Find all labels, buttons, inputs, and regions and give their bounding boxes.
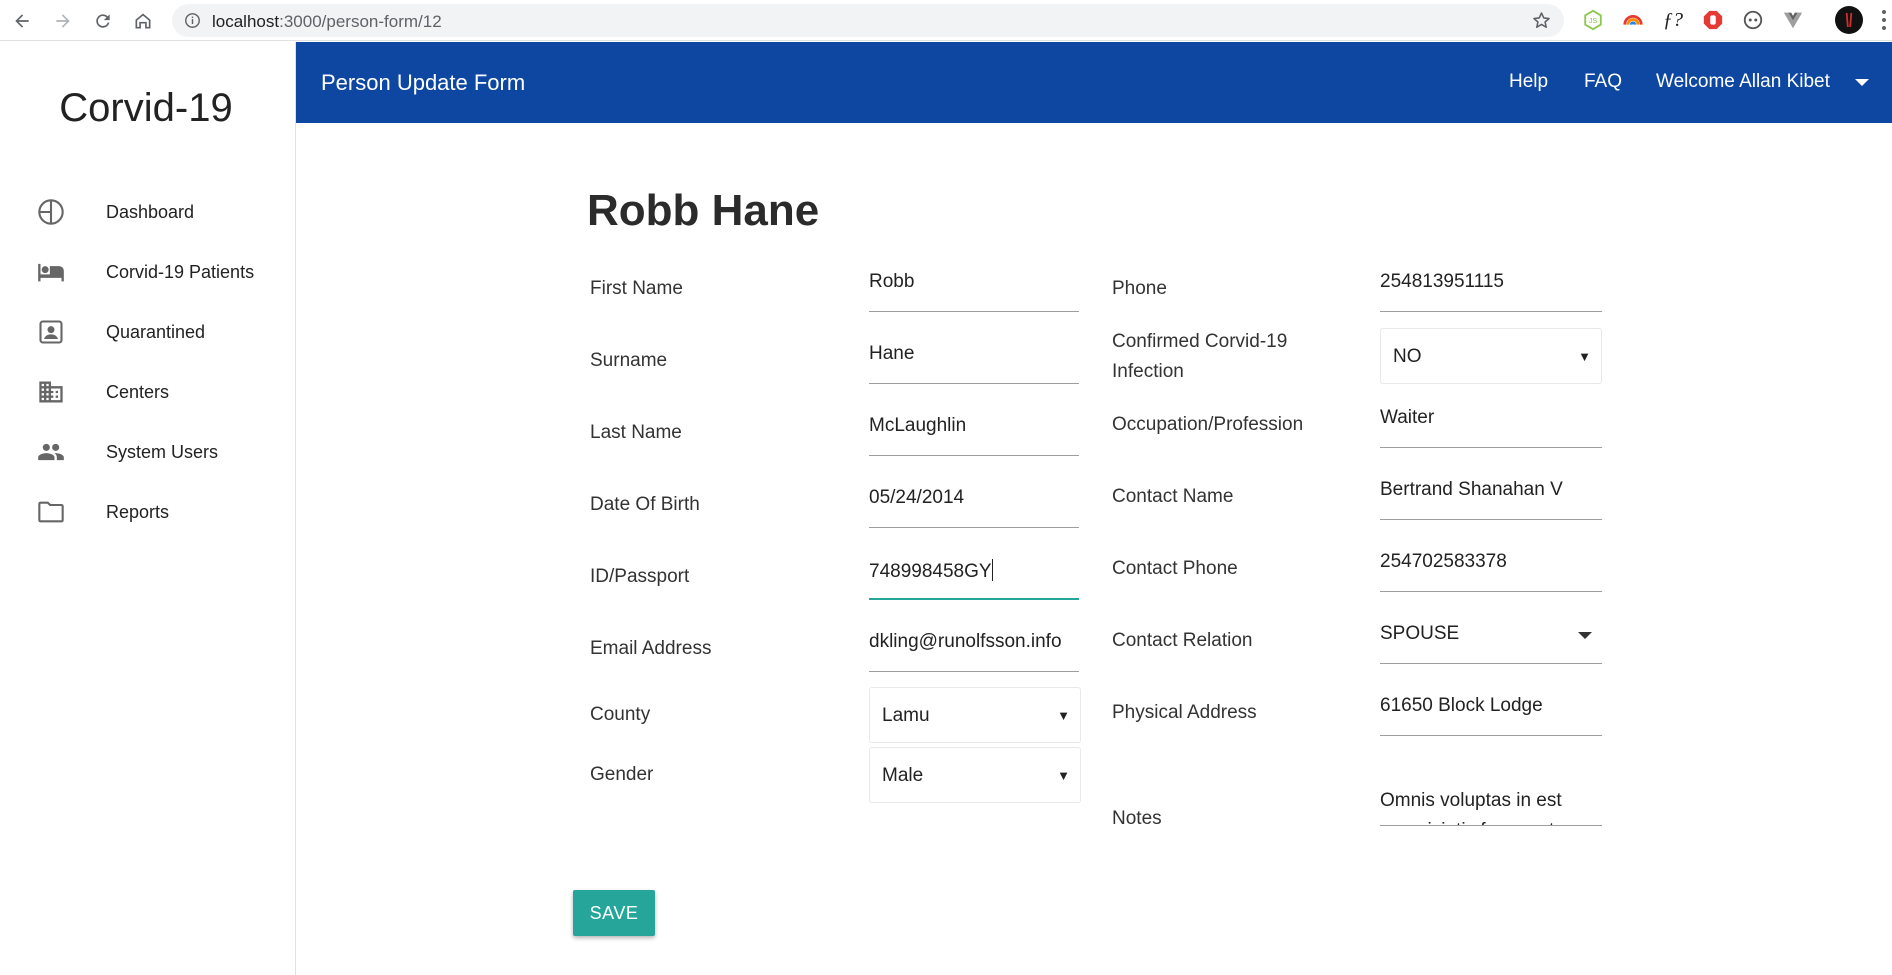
- folder-icon: [38, 501, 64, 523]
- sidebar-item-dashboard[interactable]: Dashboard: [0, 182, 296, 242]
- person-name-heading: Robb Hane: [587, 186, 820, 235]
- sidebar-item-reports[interactable]: Reports: [0, 482, 296, 542]
- contact-card-icon: [39, 320, 63, 344]
- dropdown-arrow-icon: ▼: [1057, 708, 1070, 723]
- gender-selected-value: Male: [882, 765, 924, 786]
- dropdown-arrow-icon: [1578, 632, 1592, 639]
- sidebar: Corvid-19 Dashboard Corvid-19 Patients Q…: [0, 42, 296, 975]
- sidebar-item-label: Reports: [106, 501, 170, 522]
- confirmed-infection-select[interactable]: NO ▼: [1380, 328, 1602, 384]
- surname-input[interactable]: Hane: [869, 338, 1079, 384]
- page-title: Person Update Form: [321, 70, 526, 95]
- sidebar-item-corvid-patients[interactable]: Corvid-19 Patients: [0, 242, 296, 302]
- forward-icon[interactable]: [48, 6, 78, 36]
- browser-toolbar: localhost:3000/person-form/12 JS ƒ?: [0, 0, 1892, 41]
- county-label: County: [590, 704, 651, 725]
- address-bar[interactable]: localhost:3000/person-form/12: [172, 4, 1564, 37]
- business-building-icon: [39, 381, 63, 403]
- sidebar-item-quarantined[interactable]: Quarantined: [0, 302, 296, 362]
- url-text: localhost:3000/person-form/12: [212, 12, 442, 31]
- email-label: Email Address: [590, 638, 712, 659]
- physical-address-label: Physical Address: [1112, 702, 1257, 723]
- first-name-input[interactable]: Robb: [869, 266, 1079, 312]
- sidebar-item-label: Dashboard: [106, 201, 195, 222]
- contact-relation-select[interactable]: SPOUSE: [1380, 618, 1602, 664]
- dropdown-arrow-icon: ▼: [1057, 768, 1070, 783]
- dob-label: Date Of Birth: [590, 494, 700, 515]
- contact-relation-label: Contact Relation: [1112, 630, 1253, 651]
- sidebar-item-label: Corvid-19 Patients: [106, 261, 255, 282]
- county-selected-value: Lamu: [882, 705, 930, 726]
- app-brand: Corvid-19: [59, 86, 233, 130]
- save-button[interactable]: SAVE: [573, 890, 655, 936]
- sidebar-item-label: System Users: [106, 441, 219, 462]
- dob-input[interactable]: 05/24/2014: [869, 482, 1079, 528]
- contact-name-label: Contact Name: [1112, 486, 1234, 507]
- dropdown-arrow-icon: ▼: [1578, 349, 1591, 364]
- phone-input[interactable]: 254813951115: [1380, 266, 1602, 312]
- function-extension-icon[interactable]: ƒ?: [1660, 7, 1686, 33]
- help-link[interactable]: Help: [1509, 71, 1548, 93]
- last-name-input[interactable]: McLaughlin: [869, 410, 1079, 456]
- browser-menu-icon[interactable]: [1880, 9, 1888, 31]
- svg-text:JS: JS: [1589, 16, 1598, 25]
- people-icon: [38, 443, 64, 461]
- sidebar-item-centers[interactable]: Centers: [0, 362, 296, 422]
- info-icon[interactable]: [184, 12, 201, 29]
- faq-link[interactable]: FAQ: [1584, 71, 1622, 93]
- hotel-bed-icon: [38, 263, 64, 282]
- contact-phone-input[interactable]: 254702583378: [1380, 546, 1602, 592]
- bookmark-star-icon[interactable]: [1531, 10, 1552, 31]
- back-icon[interactable]: [7, 6, 37, 36]
- rainbow-extension-icon[interactable]: [1620, 7, 1646, 33]
- extension-circle-icon[interactable]: [1740, 7, 1766, 33]
- email-input[interactable]: dkling@runolfsson.info: [869, 626, 1079, 672]
- sidebar-nav: Dashboard Corvid-19 Patients Quarantined…: [0, 182, 296, 542]
- chevron-down-icon[interactable]: [1855, 79, 1869, 86]
- sidebar-item-label: Centers: [106, 381, 170, 402]
- occupation-input[interactable]: Waiter: [1380, 402, 1602, 448]
- id-passport-value: 748998458GY: [869, 561, 992, 582]
- contact-phone-label: Contact Phone: [1112, 558, 1238, 579]
- notes-label: Notes: [1112, 808, 1162, 829]
- id-passport-label: ID/Passport: [590, 566, 690, 587]
- sidebar-item-system-users[interactable]: System Users: [0, 422, 296, 482]
- confirmed-selected-value: NO: [1393, 346, 1422, 367]
- contact-name-input[interactable]: Bertrand Shanahan V: [1380, 474, 1602, 520]
- pie-chart-icon: [38, 199, 64, 225]
- profile-avatar-icon[interactable]: [1834, 5, 1864, 35]
- gender-label: Gender: [590, 764, 654, 785]
- home-icon[interactable]: [128, 6, 158, 36]
- vue-devtools-extension-icon[interactable]: [1780, 7, 1806, 33]
- id-passport-input[interactable]: 748998458GY: [869, 554, 1079, 600]
- text-caret: [991, 559, 993, 581]
- surname-label: Surname: [590, 350, 668, 371]
- gender-select[interactable]: Male ▼: [869, 747, 1081, 803]
- sidebar-item-label: Quarantined: [106, 321, 206, 342]
- occupation-label: Occupation/Profession: [1112, 414, 1304, 435]
- physical-address-input[interactable]: 61650 Block Lodge: [1380, 690, 1602, 736]
- notes-textarea[interactable]: Omnis voluptas in est perspiciatis facer…: [1380, 786, 1602, 826]
- nodejs-extension-icon[interactable]: JS: [1580, 7, 1606, 33]
- county-select[interactable]: Lamu ▼: [869, 687, 1081, 743]
- last-name-label: Last Name: [590, 422, 682, 443]
- user-menu-button[interactable]: Welcome Allan Kibet: [1656, 71, 1830, 93]
- confirmed-infection-label: Confirmed Corvid-19 Infection: [1112, 331, 1288, 382]
- adblock-extension-icon[interactable]: [1700, 7, 1726, 33]
- phone-label: Phone: [1112, 278, 1167, 299]
- reload-icon[interactable]: [88, 6, 118, 36]
- app-header: Person Update Form Help FAQ Welcome Alla…: [296, 42, 1892, 123]
- contact-relation-selected-value: SPOUSE: [1380, 623, 1460, 644]
- first-name-label: First Name: [590, 278, 683, 299]
